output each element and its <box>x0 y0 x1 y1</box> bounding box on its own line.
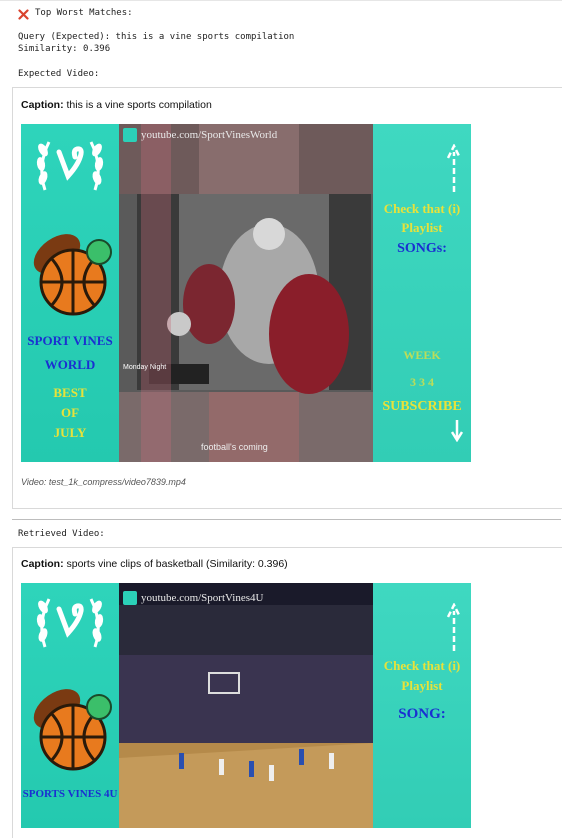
caption-text: sports vine clips of basketball (Similar… <box>66 558 288 570</box>
video-frame <box>119 583 373 828</box>
vine-badge-icon <box>123 591 137 605</box>
left-text-1: SPORT VINES <box>27 333 113 348</box>
retrieved-video-card: Caption: sports vine clips of basketball… <box>12 547 562 838</box>
left-text-2: WORLD <box>44 357 96 372</box>
vine-logo-icon <box>36 141 104 191</box>
watermark-text: youtube.com/SportVinesWorld <box>141 129 278 141</box>
similarity-line: Similarity: 0.396 <box>18 44 111 54</box>
arrow-up-icon <box>447 144 461 192</box>
left-text-3: BEST <box>53 385 87 400</box>
retrieved-video-heading: Retrieved Video: <box>18 529 105 539</box>
right-text-3: SONG: <box>398 706 446 722</box>
left-text-1: SPORTS VINES 4U <box>22 788 118 800</box>
left-text-4: OF <box>60 405 80 420</box>
sports-ball-icon <box>33 234 112 316</box>
expected-video-player[interactable]: SPORT VINES WORLD BEST OF JULY youtube.c… <box>21 124 471 462</box>
watermark-text: youtube.com/SportVines4U <box>141 592 264 604</box>
retrieved-caption: Caption: sports vine clips of basketball… <box>21 558 288 570</box>
right-text-4: WEEK <box>403 348 441 362</box>
caption-label: Caption: <box>21 99 64 111</box>
arrow-down-icon <box>451 420 463 442</box>
right-text-6: SUBSCRIBE <box>382 399 462 414</box>
video-watermark: youtube.com/SportVinesWorld <box>119 124 373 146</box>
section-divider <box>12 519 561 520</box>
video-left-panel: SPORT VINES WORLD BEST OF JULY <box>21 124 119 462</box>
expected-video-heading: Expected Video: <box>18 69 100 79</box>
bottom-caption: football's coming <box>201 442 268 452</box>
vine-badge-icon <box>123 128 137 142</box>
caption-text: this is a vine sports compilation <box>66 99 212 111</box>
right-text-1: Check that (i) <box>383 201 461 216</box>
right-text-2: Playlist <box>401 220 443 235</box>
video-frame <box>119 124 373 462</box>
results-header: Top Worst Matches: <box>18 7 133 20</box>
output-top-border <box>0 0 562 1</box>
arrow-up-icon <box>447 603 461 651</box>
vine-logo-icon <box>36 598 104 648</box>
results-title: Top Worst Matches: <box>35 7 133 18</box>
expected-caption: Caption: this is a vine sports compilati… <box>21 99 212 111</box>
video-left-panel: SPORTS VINES 4U <box>21 583 119 828</box>
video-watermark: youtube.com/SportVines4U <box>119 583 373 613</box>
expected-video-card: Caption: this is a vine sports compilati… <box>12 87 562 509</box>
right-text-5: 3 3 4 <box>410 375 434 389</box>
sports-ball-icon <box>33 689 112 771</box>
inset-label: Monday Night <box>123 364 167 371</box>
query-line: Query (Expected): this is a vine sports … <box>18 32 295 42</box>
video-right-panel: Check that (i) Playlist SONGs: WEEK 3 3 … <box>373 124 471 462</box>
retrieved-video-player[interactable]: SPORTS VINES 4U youtube.com/SportVines4U <box>21 583 471 828</box>
right-text-2: Playlist <box>401 678 443 693</box>
close-x-icon <box>18 7 29 20</box>
right-text-1: Check that (i) <box>383 658 461 673</box>
video-right-panel: Check that (i) Playlist SONG: <box>373 583 471 828</box>
right-text-3: SONGs: <box>397 241 447 256</box>
expected-file-label: Video: test_1k_compress/video7839.mp4 <box>21 477 186 487</box>
caption-label: Caption: <box>21 558 64 570</box>
left-text-5: JULY <box>53 425 87 440</box>
